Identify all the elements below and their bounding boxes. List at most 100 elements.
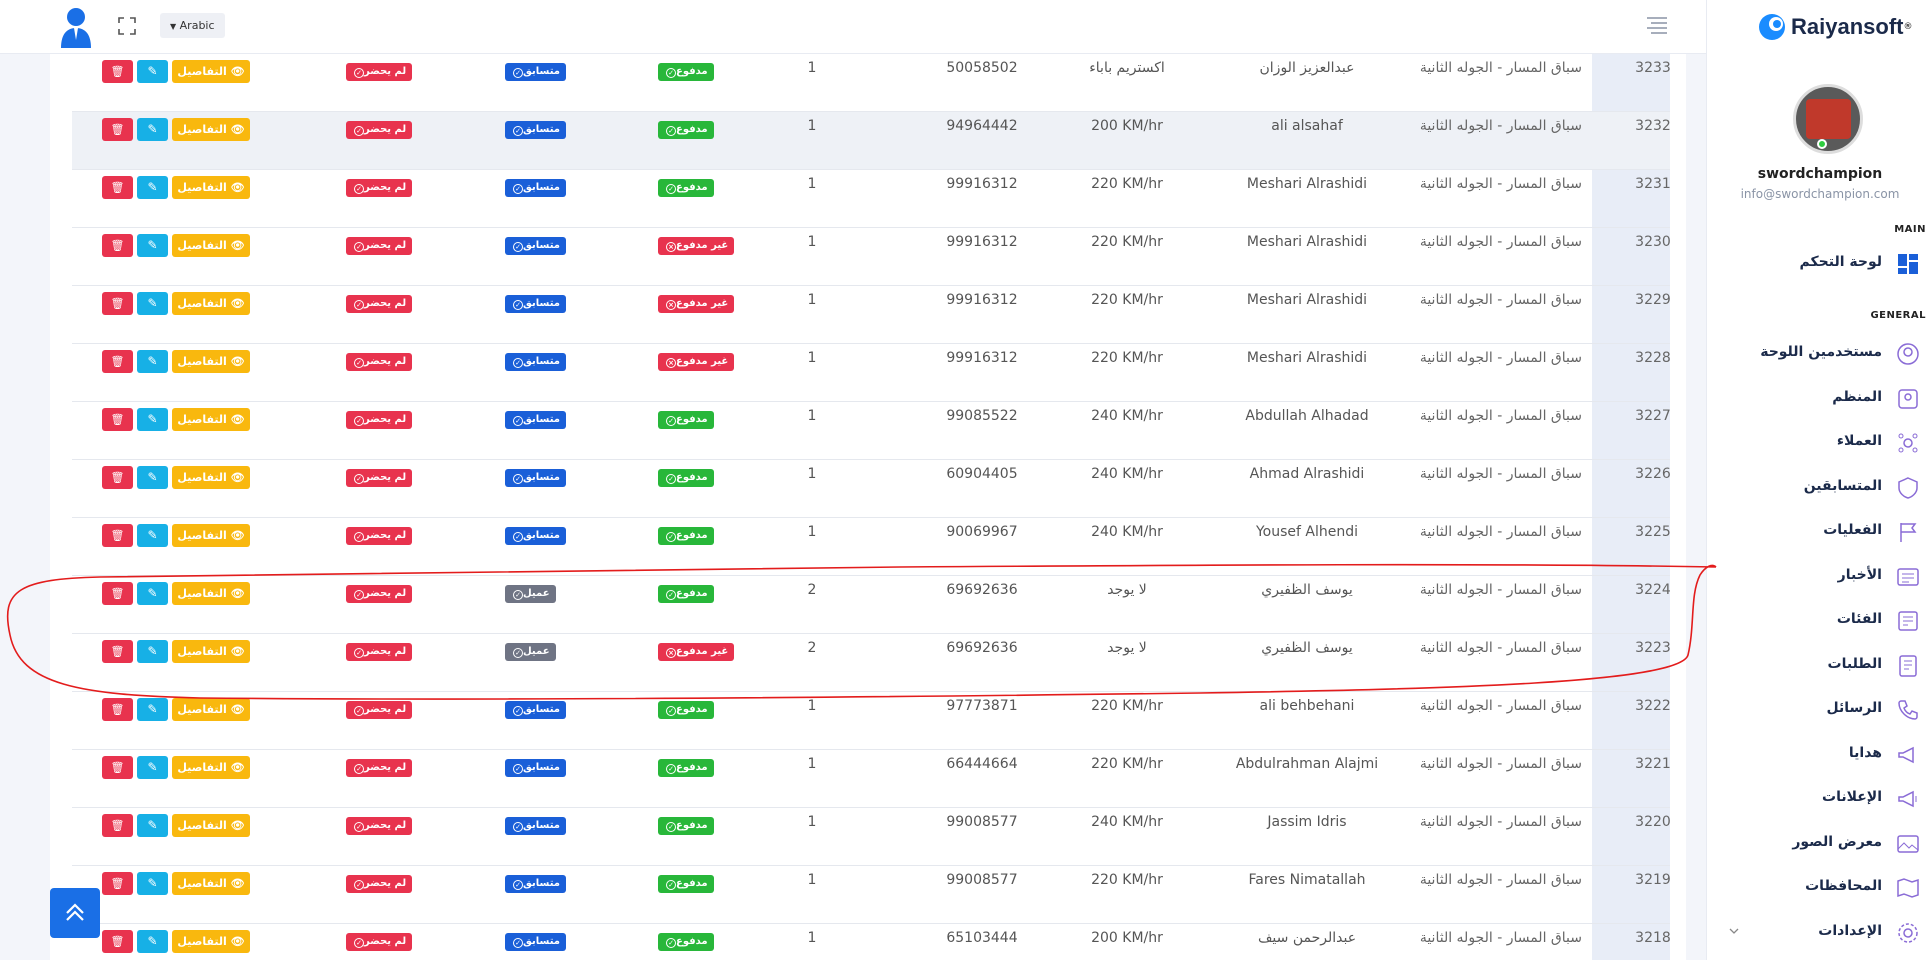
edit-button[interactable]: ✎ [137, 814, 168, 837]
edit-button[interactable]: ✎ [137, 408, 168, 431]
logo-icon [1759, 14, 1785, 40]
sidebar-item[interactable]: هدايا [1706, 737, 1932, 773]
details-button[interactable]: التفاصيل 👁 [172, 582, 250, 605]
details-button[interactable]: التفاصيل 👁 [172, 698, 250, 721]
payment-status-label: مدفوع [676, 530, 708, 541]
delete-button[interactable]: 🗑 [102, 176, 133, 199]
delete-button[interactable]: 🗑 [102, 698, 133, 721]
cell-race: سباق المسار - الجوله الثانية [1419, 582, 1582, 598]
type-badge: ✓ متسابق [505, 121, 566, 139]
cell-race: سباق المسار - الجوله الثانية [1419, 234, 1582, 250]
edit-button[interactable]: ✎ [137, 698, 168, 721]
payment-status-badge: × غير مدفوع [658, 237, 735, 255]
sidebar-item[interactable]: العملاء [1706, 425, 1932, 461]
edit-button[interactable]: ✎ [137, 466, 168, 489]
details-button[interactable]: التفاصيل 👁 [172, 234, 250, 257]
flag-icon [1900, 523, 1917, 542]
edit-button[interactable]: ✎ [137, 756, 168, 779]
sidebar-item[interactable]: معرض الصور [1706, 826, 1932, 862]
check-circle-icon: ✓ [513, 300, 523, 310]
delete-button[interactable]: 🗑 [102, 408, 133, 431]
details-label: التفاصيل [177, 529, 227, 542]
delete-button[interactable]: 🗑 [102, 582, 133, 605]
delete-button[interactable]: 🗑 [102, 814, 133, 837]
sidebar-item-label: الإعلانات [1822, 789, 1882, 805]
details-button[interactable]: التفاصيل 👁 [172, 408, 250, 431]
delete-button[interactable]: 🗑 [102, 872, 133, 895]
sidebar-item[interactable]: الفئات [1706, 603, 1932, 639]
details-button[interactable]: التفاصيل 👁 [172, 814, 250, 837]
delete-button[interactable]: 🗑 [102, 756, 133, 779]
sidebar-item-dashboard[interactable]: لوحة التحكم [1706, 246, 1932, 282]
delete-button[interactable]: 🗑 [102, 292, 133, 315]
edit-button[interactable]: ✎ [137, 350, 168, 373]
sidebar-item[interactable]: الرسائل [1706, 692, 1932, 728]
edit-button[interactable]: ✎ [137, 872, 168, 895]
sidebar-item[interactable]: الأخبار [1706, 559, 1932, 595]
edit-button[interactable]: ✎ [137, 640, 168, 663]
pencil-icon: ✎ [147, 122, 158, 136]
menu-icon[interactable] [1646, 16, 1668, 34]
eye-icon: 👁 [230, 297, 245, 310]
avatar[interactable] [1793, 84, 1863, 154]
user-icon[interactable] [58, 6, 94, 48]
payment-status-label: مدفوع [676, 762, 708, 773]
delete-button[interactable]: 🗑 [102, 930, 133, 953]
details-button[interactable]: التفاصيل 👁 [172, 524, 250, 547]
details-button[interactable]: التفاصيل 👁 [172, 60, 250, 83]
edit-button[interactable]: ✎ [137, 60, 168, 83]
sidebar-item-label: الفئات [1836, 611, 1882, 627]
details-button[interactable]: التفاصيل 👁 [172, 176, 250, 199]
check-circle-icon: ✓ [666, 706, 676, 716]
type-badge: ✓ متسابق [505, 179, 566, 197]
profile-username: swordchampion [1757, 166, 1883, 182]
edit-button[interactable]: ✎ [137, 234, 168, 257]
delete-button[interactable]: 🗑 [102, 640, 133, 663]
edit-button[interactable]: ✎ [137, 118, 168, 141]
edit-button[interactable]: ✎ [137, 176, 168, 199]
details-button[interactable]: التفاصيل 👁 [172, 118, 250, 141]
cell-id: 3227 [1635, 408, 1671, 424]
sidebar-item[interactable]: المتسابقين [1706, 470, 1932, 506]
check-circle-icon: ✓ [354, 358, 364, 368]
sidebar-item[interactable]: الإعدادات [1706, 915, 1932, 951]
delete-button[interactable]: 🗑 [102, 350, 133, 373]
scroll-to-top-button[interactable] [50, 888, 100, 938]
edit-button[interactable]: ✎ [137, 930, 168, 953]
table-row: 3229 سباق المسار - الجوله الثانية Meshar… [72, 286, 1671, 344]
delete-button[interactable]: 🗑 [102, 524, 133, 547]
check-circle-icon: ✓ [354, 648, 364, 658]
details-button[interactable]: التفاصيل 👁 [172, 466, 250, 489]
payment-status-label: مدفوع [676, 878, 708, 889]
sidebar-item[interactable]: مستخدمين اللوحة [1706, 336, 1932, 372]
cell-name: Meshari Alrashidi [1246, 292, 1368, 308]
details-label: التفاصيل [177, 123, 227, 136]
language-dropdown[interactable]: ▼ Arabic [160, 13, 225, 38]
delete-button[interactable]: 🗑 [102, 118, 133, 141]
sidebar-item[interactable]: الطلبات [1706, 648, 1932, 684]
details-button[interactable]: التفاصيل 👁 [172, 350, 250, 373]
cell-phone: 60904405 [946, 466, 1018, 482]
sidebar-item[interactable]: المحافظات [1706, 870, 1932, 906]
fullscreen-icon[interactable] [118, 17, 136, 35]
edit-button[interactable]: ✎ [137, 582, 168, 605]
brand-logo[interactable]: Raiyansoft ® [1757, 12, 1912, 42]
details-button[interactable]: التفاصيل 👁 [172, 756, 250, 779]
cell-phone: 69692636 [946, 582, 1018, 598]
details-button[interactable]: التفاصيل 👁 [172, 872, 250, 895]
delete-button[interactable]: 🗑 [102, 60, 133, 83]
sidebar-item[interactable]: الإعلانات [1706, 781, 1932, 817]
details-button[interactable]: التفاصيل 👁 [172, 930, 250, 953]
sidebar-item[interactable]: الفعليات [1706, 514, 1932, 550]
attendance-badge: ✓ لم يحضر [346, 817, 413, 835]
payment-status-label: مدفوع [676, 820, 708, 831]
cell-name: Jassim Idris [1267, 814, 1347, 830]
delete-button[interactable]: 🗑 [102, 234, 133, 257]
details-button[interactable]: التفاصيل 👁 [172, 640, 250, 663]
sidebar-item[interactable]: المنظم [1706, 381, 1932, 417]
edit-button[interactable]: ✎ [137, 292, 168, 315]
cell-name: عبدالرحمن سيف [1257, 930, 1357, 946]
delete-button[interactable]: 🗑 [102, 466, 133, 489]
edit-button[interactable]: ✎ [137, 524, 168, 547]
details-button[interactable]: التفاصيل 👁 [172, 292, 250, 315]
